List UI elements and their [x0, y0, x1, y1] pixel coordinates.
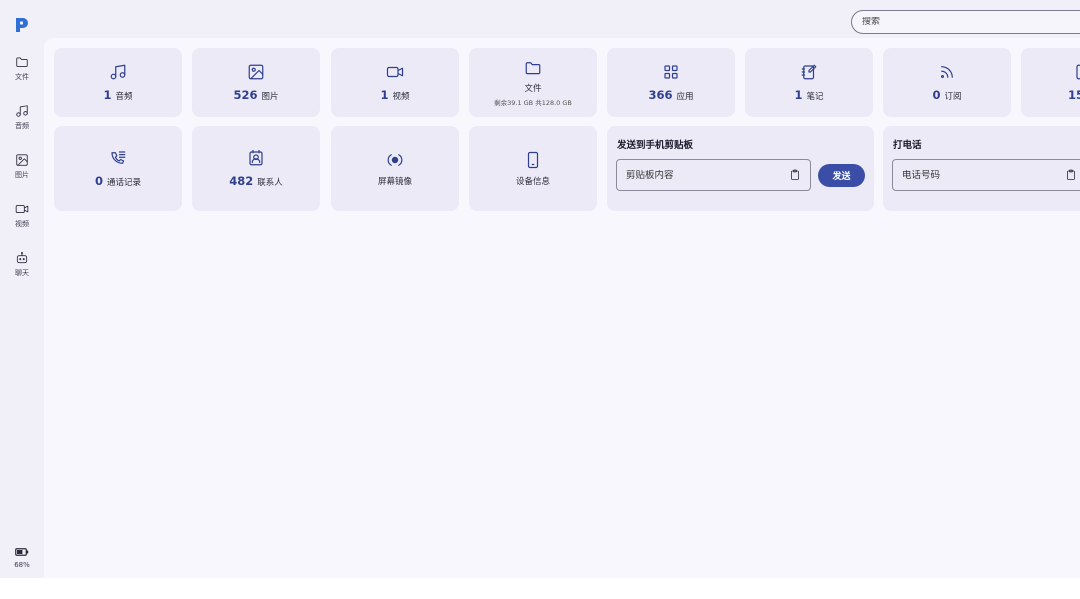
feeds-count: 0 — [932, 88, 941, 102]
battery-status: 68% — [0, 546, 44, 569]
search-box[interactable] — [851, 10, 1080, 34]
sidebar-item-label: 图片 — [15, 171, 29, 179]
phone-number-field[interactable] — [892, 159, 1080, 191]
main-content: 1 音频 526 图片 1 视频 文件 剩余39.1 GB 共128.0 GB 366… — [44, 38, 1080, 578]
sidebar-item-images[interactable]: 图片 — [0, 153, 44, 189]
phone-icon — [527, 151, 539, 168]
sidebar-item-label: 视频 — [15, 220, 29, 228]
audio-label: 音频 — [115, 92, 133, 102]
mirror-label: 屏幕镜像 — [377, 176, 412, 187]
phone-list-icon — [111, 151, 126, 164]
call-title: 打电话 — [893, 140, 922, 151]
image-icon — [248, 64, 264, 80]
notes-label: 笔记 — [806, 92, 824, 102]
card-images[interactable]: 526 图片 — [192, 48, 320, 117]
contacts-label: 联系人 — [257, 178, 283, 188]
search-input[interactable] — [862, 17, 1062, 27]
sidebar-item-files[interactable]: 文件 — [0, 55, 44, 91]
device-label: 设备信息 — [515, 176, 550, 187]
videos-count: 1 — [380, 88, 389, 102]
card-files[interactable]: 文件 剩余39.1 GB 共128.0 GB — [469, 48, 597, 117]
apps-count: 366 — [648, 88, 673, 102]
sidebar-item-videos[interactable]: 视频 — [0, 202, 44, 238]
images-count: 526 — [233, 88, 258, 102]
image-icon — [16, 154, 28, 166]
folder-icon — [525, 61, 541, 74]
feeds-label: 订阅 — [944, 92, 962, 102]
sidebar-item-label: 文件 — [15, 73, 29, 81]
sidebar-item-label: 音频 — [15, 122, 29, 130]
storage-info: 剩余39.1 GB 共128.0 GB — [494, 98, 572, 107]
videos-label: 视频 — [392, 92, 410, 102]
contact-icon — [249, 149, 263, 166]
card-screen-mirror[interactable]: 屏幕镜像 — [331, 126, 459, 211]
card-icon-partial — [1076, 64, 1080, 80]
card-notes[interactable]: 1 笔记 — [745, 48, 873, 117]
battery-label: 68% — [14, 561, 30, 569]
call-panel: 打电话 — [883, 126, 1080, 211]
phone-number-input[interactable] — [902, 169, 1065, 181]
apps-grid-icon — [664, 65, 678, 79]
window-bottom-edge — [0, 578, 1080, 599]
clipboard-title: 发送到手机剪贴板 — [617, 140, 694, 151]
files-label: 文件 — [524, 83, 542, 94]
card-apps[interactable]: 366 应用 — [607, 48, 735, 117]
card-call-log[interactable]: 0 通话记录 — [54, 126, 182, 211]
notebook-icon — [801, 64, 817, 80]
more-count: 154 — [1068, 88, 1080, 102]
clipboard-input[interactable] — [626, 169, 789, 181]
card-videos[interactable]: 1 视频 — [331, 48, 459, 117]
sidebar: 文件 音频 图片 视频 聊天 68% — [0, 0, 44, 578]
video-icon — [386, 66, 404, 78]
folder-icon — [16, 57, 28, 67]
calls-count: 0 — [94, 174, 103, 188]
sidebar-item-chat[interactable]: 聊天 — [0, 251, 44, 287]
record-icon — [387, 153, 403, 166]
clipboard-field[interactable] — [616, 159, 811, 191]
battery-icon — [15, 548, 29, 556]
app-logo[interactable] — [13, 16, 31, 34]
clipboard-icon[interactable] — [1065, 169, 1077, 181]
clipboard-icon[interactable] — [789, 169, 801, 181]
card-device-info[interactable]: 设备信息 — [469, 126, 597, 211]
apps-label: 应用 — [676, 92, 694, 102]
sidebar-item-label: 聊天 — [15, 269, 29, 277]
notes-count: 1 — [794, 88, 803, 102]
rss-icon — [941, 66, 953, 78]
calls-label: 通话记录 — [107, 178, 142, 188]
images-label: 图片 — [261, 92, 279, 102]
music-icon — [110, 64, 126, 80]
card-feeds[interactable]: 0 订阅 — [883, 48, 1011, 117]
card-contacts[interactable]: 482 联系人 — [192, 126, 320, 211]
video-icon — [15, 205, 29, 213]
robot-icon — [16, 252, 28, 264]
send-button[interactable]: 发送 — [818, 164, 865, 187]
audio-count: 1 — [103, 88, 112, 102]
clipboard-panel: 发送到手机剪贴板 发送 — [607, 126, 874, 211]
card-more[interactable]: 154 — [1021, 48, 1080, 117]
contacts-count: 482 — [229, 174, 254, 188]
app-window: 文件 音频 图片 视频 聊天 68% 搜索 1 音频 526 图片 1 视频 文… — [0, 0, 1080, 578]
music-icon — [16, 105, 28, 117]
card-audio[interactable]: 1 音频 — [54, 48, 182, 117]
sidebar-item-audio[interactable]: 音频 — [0, 104, 44, 140]
